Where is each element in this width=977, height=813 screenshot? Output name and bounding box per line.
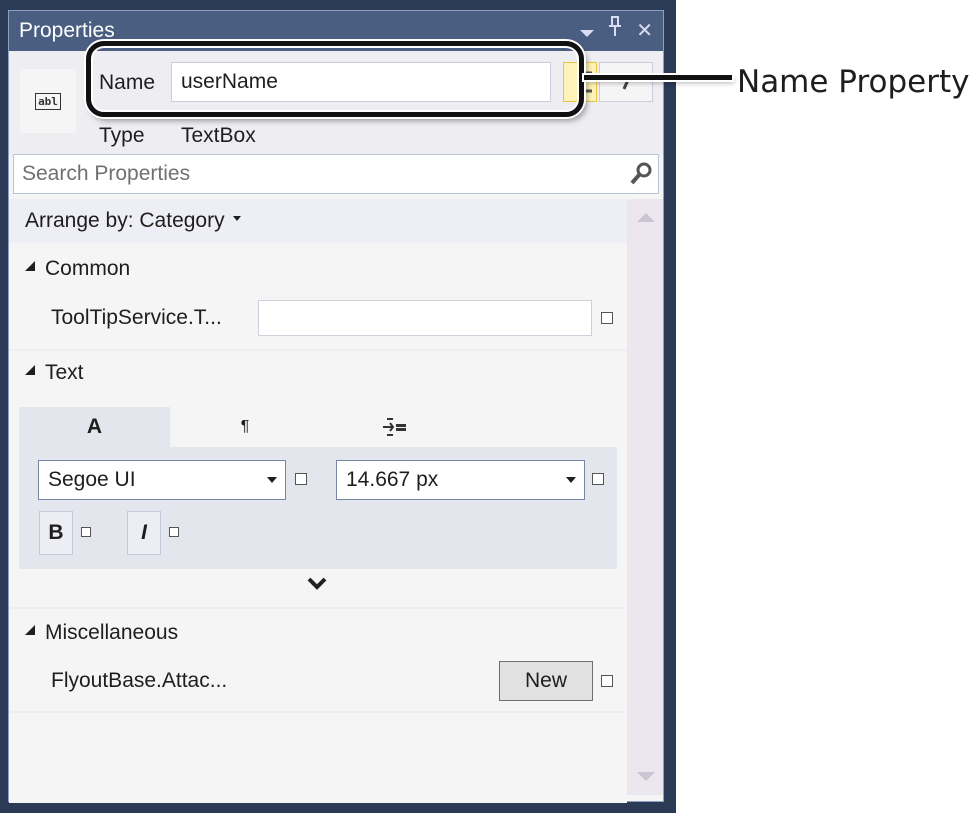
tab-paragraph[interactable]: ¶ — [170, 407, 320, 447]
text-tabs: A ¶ — [19, 407, 617, 447]
expand-triangle-icon — [25, 625, 35, 636]
property-flyoutbase-label: FlyoutBase.Attac... — [51, 669, 228, 692]
font-family-combo[interactable]: Segoe UI — [38, 460, 286, 500]
pin-icon[interactable] — [608, 11, 622, 51]
panel-title: Properties — [19, 19, 115, 42]
indent-icon — [383, 418, 406, 437]
category-miscellaneous-header[interactable]: Miscellaneous — [25, 621, 178, 645]
advanced-options-marker[interactable] — [601, 312, 613, 324]
type-value: TextBox — [181, 124, 256, 147]
category-misc-title: Miscellaneous — [45, 621, 179, 644]
expand-triangle-icon — [25, 261, 35, 272]
separator — [9, 607, 627, 609]
bold-toggle[interactable]: B — [39, 511, 73, 555]
tab-indent[interactable] — [320, 407, 470, 447]
arrange-by-dropdown[interactable]: Arrange by: Category — [9, 199, 627, 243]
properties-content: Arrange by: Category Common ToolTipServi… — [9, 199, 627, 803]
dropdown-icon[interactable] — [580, 11, 595, 51]
paragraph-icon: ¶ — [240, 418, 250, 435]
arrange-dropdown-arrow-icon — [232, 215, 241, 221]
scroll-up-arrow-icon[interactable] — [637, 213, 655, 222]
category-common-title: Common — [45, 257, 131, 280]
properties-panel: Properties ✕ abl Name Type TextBox Searc… — [8, 10, 664, 803]
flyoutbase-marker[interactable] — [601, 675, 613, 687]
callout-leader-line — [584, 75, 732, 80]
search-placeholder: Search Properties — [22, 162, 191, 185]
close-icon[interactable]: ✕ — [636, 11, 653, 51]
italic-icon: I — [141, 521, 147, 544]
type-icon-box: abl — [20, 69, 76, 133]
properties-view-button[interactable] — [563, 62, 597, 102]
text-properties-body: Segoe UI 14.667 px B I — [19, 447, 617, 569]
category-text-title: Text — [45, 361, 84, 384]
italic-marker[interactable] — [169, 527, 179, 537]
callout-label: Name Property — [737, 64, 970, 100]
chevron-down-icon — [566, 477, 576, 483]
events-view-button[interactable] — [599, 62, 653, 102]
tab-character[interactable]: A — [19, 407, 170, 447]
bold-marker[interactable] — [81, 527, 91, 537]
category-text-header[interactable]: Text — [25, 361, 84, 385]
font-size-value: 14.667 px — [346, 468, 439, 491]
character-icon: A — [86, 415, 103, 438]
textbox-icon: abl — [35, 92, 61, 110]
category-common-header[interactable]: Common — [25, 257, 130, 281]
expand-triangle-icon — [25, 365, 35, 376]
font-family-value: Segoe UI — [48, 468, 136, 491]
bold-icon: B — [48, 521, 64, 544]
font-size-combo[interactable]: 14.667 px — [336, 460, 585, 500]
new-button[interactable]: New — [499, 661, 593, 701]
vertical-scrollbar[interactable] — [627, 199, 663, 795]
type-label: Type — [99, 124, 145, 147]
name-label: Name — [99, 71, 156, 94]
italic-toggle[interactable]: I — [127, 511, 161, 555]
panel-titlebar: Properties ✕ — [9, 11, 663, 51]
name-input[interactable] — [171, 62, 551, 102]
font-family-marker[interactable] — [295, 473, 307, 485]
font-size-marker[interactable] — [592, 473, 604, 485]
separator — [9, 711, 627, 713]
search-properties-input[interactable]: Search Properties — [13, 154, 659, 194]
arrange-by-label: Arrange by: Category — [25, 209, 225, 232]
property-tooltipservice-input[interactable] — [258, 300, 592, 336]
chevron-down-icon — [267, 477, 277, 483]
search-icon[interactable] — [630, 162, 652, 186]
scroll-down-arrow-icon[interactable] — [637, 772, 655, 781]
element-header: abl Name Type TextBox — [9, 51, 663, 157]
separator — [9, 349, 627, 351]
property-tooltipservice-label: ToolTipService.T... — [51, 306, 222, 329]
title-actions: ✕ — [580, 11, 653, 51]
expand-more-chevron-icon[interactable] — [305, 575, 329, 593]
